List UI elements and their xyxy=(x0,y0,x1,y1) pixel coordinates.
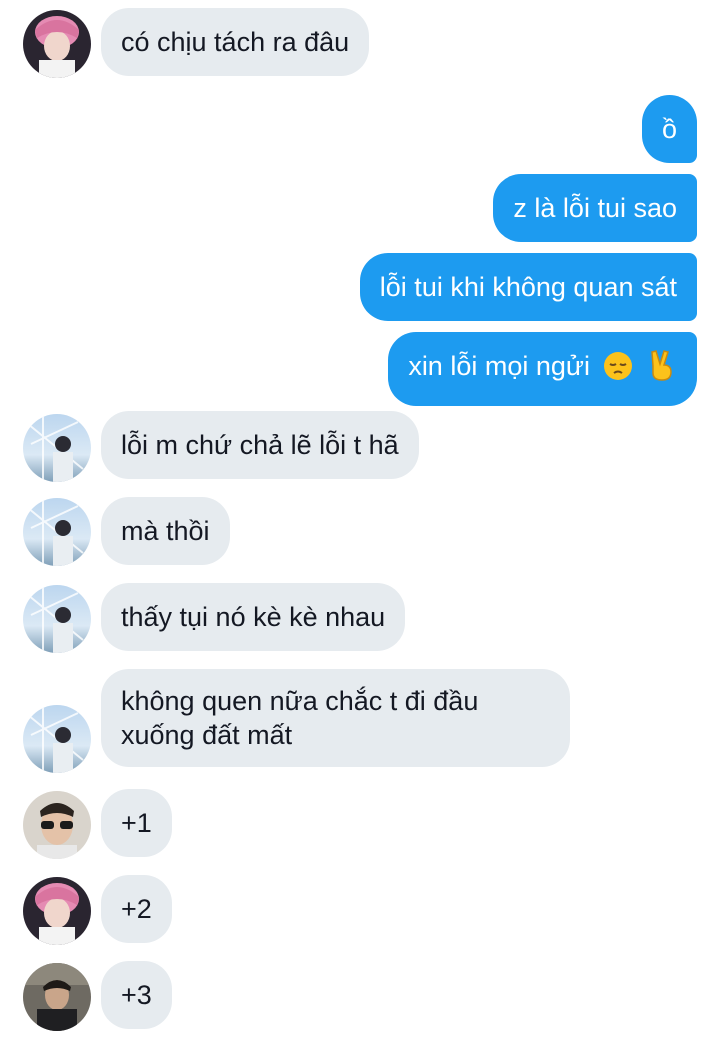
message-bubble[interactable]: +1 xyxy=(101,789,172,857)
message-bubble[interactable]: lỗi tui khi không quan sát xyxy=(359,253,697,321)
ferris-wheel-avatar[interactable] xyxy=(23,498,91,566)
message-text: z là lỗi tui sao xyxy=(513,193,677,223)
victory-hand-icon xyxy=(647,349,677,389)
message-row: không quen nữa chắc t đi đầu xuống đất m… xyxy=(0,669,720,773)
ferris-wheel-avatar[interactable] xyxy=(23,705,91,773)
message-bubble[interactable]: mà thồi xyxy=(101,497,230,565)
message-row: lỗi tui khi không quan sát xyxy=(0,253,720,323)
pink-hair-avatar[interactable] xyxy=(23,10,91,78)
message-bubble[interactable]: z là lỗi tui sao xyxy=(493,174,697,242)
message-row: ồ xyxy=(0,95,720,165)
message-row: lỗi m chứ chả lẽ lỗi t hã xyxy=(0,411,720,482)
ferris-wheel-avatar[interactable] xyxy=(23,414,91,482)
message-text: +3 xyxy=(121,980,152,1010)
message-row: mà thồi xyxy=(0,497,720,567)
message-bubble[interactable]: +2 xyxy=(101,875,172,943)
message-bubble[interactable]: không quen nữa chắc t đi đầu xuống đất m… xyxy=(101,669,570,767)
message-row: xin lỗi mọi ngửi xyxy=(0,332,720,406)
message-text: +1 xyxy=(121,808,152,838)
message-text: không quen nữa chắc t đi đầu xuống đất m… xyxy=(121,686,479,750)
message-text: +2 xyxy=(121,894,152,924)
sunglasses-avatar[interactable] xyxy=(23,791,91,859)
pensive-face-icon xyxy=(603,351,633,389)
message-bubble[interactable]: ồ xyxy=(641,95,697,163)
message-row: +2 xyxy=(0,875,720,945)
pink-hair-avatar[interactable] xyxy=(23,877,91,945)
message-text: ồ xyxy=(661,114,677,144)
ferris-wheel-avatar[interactable] xyxy=(23,585,91,653)
message-text: có chịu tách ra đâu xyxy=(121,27,350,57)
message-row: z là lỗi tui sao xyxy=(0,174,720,244)
dark-portrait-avatar[interactable] xyxy=(23,963,91,1031)
message-bubble[interactable]: xin lỗi mọi ngửi xyxy=(388,332,697,406)
message-text: xin lỗi mọi ngửi xyxy=(408,351,590,381)
message-text: thấy tụi nó kè kè nhau xyxy=(121,602,386,632)
message-bubble[interactable]: +3 xyxy=(101,961,172,1029)
message-row: +3 xyxy=(0,961,720,1031)
message-row: +1 xyxy=(0,789,720,859)
message-bubble[interactable]: thấy tụi nó kè kè nhau xyxy=(101,583,406,651)
message-row: thấy tụi nó kè kè nhau xyxy=(0,583,720,653)
message-row: có chịu tách ra đâu xyxy=(0,8,720,80)
message-bubble[interactable]: lỗi m chứ chả lẽ lỗi t hã xyxy=(101,411,419,479)
message-bubble[interactable]: có chịu tách ra đâu xyxy=(101,8,370,76)
message-text: mà thồi xyxy=(121,516,210,546)
message-text: lỗi tui khi không quan sát xyxy=(379,272,677,302)
message-text: lỗi m chứ chả lẽ lỗi t hã xyxy=(121,430,399,460)
